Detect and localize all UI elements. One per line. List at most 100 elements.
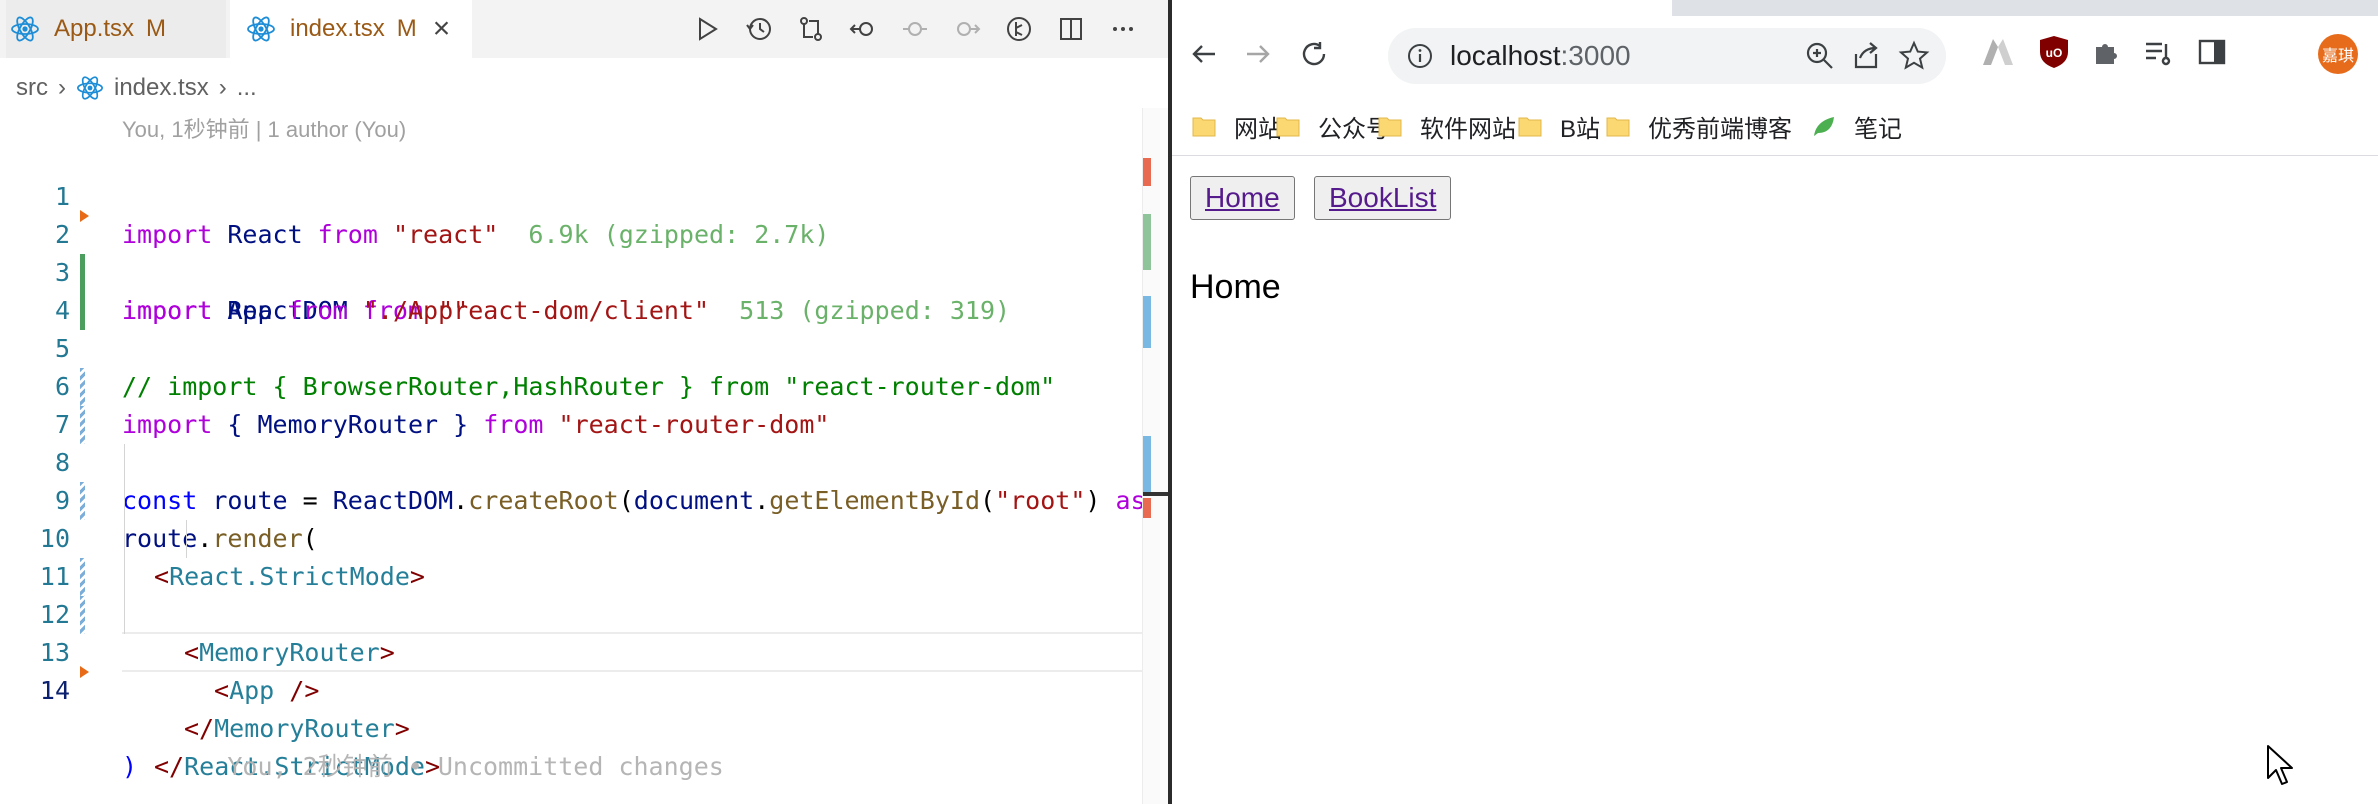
token: > bbox=[394, 714, 410, 743]
code-line[interactable]: 8 route.render( bbox=[0, 406, 1168, 553]
share-icon[interactable] bbox=[1850, 40, 1882, 72]
code-line[interactable]: 3 import App from "./App" bbox=[0, 216, 1168, 325]
ublock-origin-icon[interactable]: uO bbox=[2034, 32, 2074, 72]
line-content: </MemoryRouter> bbox=[184, 710, 410, 748]
back-icon[interactable] bbox=[1184, 34, 1224, 74]
svg-text:uO: uO bbox=[2046, 46, 2063, 60]
forward-icon[interactable] bbox=[1238, 34, 1278, 74]
profile-avatar[interactable]: 嘉琪 bbox=[2318, 34, 2358, 74]
code-line[interactable]: 9 <React.StrictMode> bbox=[0, 444, 1168, 591]
bookmark-label: 优秀前端博客 bbox=[1648, 115, 1792, 143]
booklist-link-button[interactable]: BookList bbox=[1314, 176, 1452, 220]
timeline-icon[interactable] bbox=[742, 12, 776, 46]
bookmark-folder[interactable]: 公众号 bbox=[1276, 96, 1390, 156]
more-icon[interactable] bbox=[1106, 12, 1140, 46]
split-editor-icon[interactable] bbox=[1054, 12, 1088, 46]
previous-change-icon[interactable] bbox=[898, 12, 932, 46]
go-back-change-icon[interactable] bbox=[846, 12, 880, 46]
address-bar[interactable]: localhost:3000 bbox=[1388, 28, 1946, 84]
indent-guide bbox=[124, 558, 125, 596]
indent-guide bbox=[186, 520, 187, 558]
overview-marker-modified bbox=[1143, 436, 1151, 492]
bookmark-folder[interactable]: 网站 bbox=[1192, 96, 1282, 156]
token: </ bbox=[184, 714, 215, 743]
git-graph-icon[interactable] bbox=[1002, 12, 1036, 46]
react-icon bbox=[247, 16, 275, 42]
folder-icon bbox=[1518, 117, 1542, 137]
editor-actions bbox=[690, 12, 1158, 46]
code-line[interactable]: 13 </React.StrictMode> bbox=[0, 596, 1168, 781]
browser-tab-strip bbox=[1172, 0, 2378, 16]
code-line[interactable]: 7 const route = ReactDOM.createRoot(docu… bbox=[0, 368, 1168, 515]
code-line[interactable]: 10 <MemoryRouter> bbox=[0, 482, 1168, 667]
code-line[interactable]: 12 </MemoryRouter> bbox=[0, 558, 1168, 743]
bookmark-label: B站 bbox=[1560, 115, 1601, 143]
modified-line-marker[interactable] bbox=[80, 368, 85, 406]
overview-marker-modified bbox=[1143, 296, 1151, 348]
overview-marker-deleted bbox=[1143, 498, 1151, 518]
next-change-icon[interactable] bbox=[950, 12, 984, 46]
code-editor: App.tsx M index.tsx M × src › index.tsx … bbox=[0, 0, 1168, 804]
breadcrumb-folder[interactable]: src bbox=[16, 74, 48, 102]
code-line[interactable]: 5 import { MemoryRouter } from "react-ro… bbox=[0, 292, 1168, 439]
tab-label: index.tsx bbox=[290, 15, 385, 42]
breadcrumb: src › index.tsx › ... bbox=[16, 70, 257, 106]
token: ) bbox=[122, 752, 138, 781]
side-panel-icon[interactable] bbox=[2192, 32, 2232, 72]
modified-line-marker[interactable] bbox=[80, 482, 85, 520]
chevron-right-icon: › bbox=[58, 74, 66, 101]
reload-icon[interactable] bbox=[1294, 34, 1334, 74]
added-line-marker[interactable] bbox=[80, 292, 85, 330]
reading-list-icon[interactable] bbox=[2138, 32, 2178, 72]
browser-window: localhost:3000 uO 嘉琪 网站 公众号 软件网站 B站 优秀前端… bbox=[1172, 0, 2378, 804]
tab-app-tsx[interactable]: App.tsx M bbox=[6, 0, 226, 58]
code-line[interactable]: 1 import React from "react" 6.9k (gzippe… bbox=[0, 140, 1168, 249]
bookmark-folder[interactable]: B站 bbox=[1518, 96, 1600, 156]
breadcrumb-symbols[interactable]: ... bbox=[237, 74, 257, 102]
extension-triangle-icon[interactable] bbox=[1978, 32, 2018, 72]
code-line[interactable]: 2 import ReactDOM from "react-dom/client… bbox=[0, 178, 1168, 325]
code-area[interactable]: 1 import React from "react" 6.9k (gzippe… bbox=[0, 140, 1168, 781]
overview-ruler[interactable] bbox=[1142, 108, 1168, 804]
overview-marker-added bbox=[1143, 214, 1151, 270]
code-line[interactable]: 11 <App /> bbox=[0, 520, 1168, 705]
bookmark-star-icon[interactable] bbox=[1898, 40, 1930, 72]
folder-icon bbox=[1606, 117, 1630, 137]
home-link-button[interactable]: Home bbox=[1190, 176, 1295, 220]
compare-icon[interactable] bbox=[794, 12, 828, 46]
close-icon[interactable]: × bbox=[433, 12, 451, 46]
code-line[interactable]: 14 ) You, 2秒钟前 • Uncommitted changes bbox=[0, 634, 1168, 781]
indent-guide bbox=[124, 520, 125, 558]
zoom-icon[interactable] bbox=[1804, 40, 1836, 72]
token: MemoryRouter bbox=[214, 714, 395, 743]
browser-tab[interactable] bbox=[1172, 0, 1672, 16]
modified-line-marker[interactable] bbox=[80, 558, 85, 596]
bookmark-folder[interactable]: 优秀前端博客 bbox=[1606, 96, 1792, 156]
line-number: 14 bbox=[39, 676, 70, 705]
leaf-icon bbox=[1814, 117, 1834, 136]
run-icon[interactable] bbox=[690, 12, 724, 46]
tab-label: App.tsx bbox=[54, 15, 135, 42]
bookmark-link[interactable]: 笔记 bbox=[1812, 96, 1902, 156]
breadcrumb-file[interactable]: index.tsx bbox=[114, 74, 209, 102]
tab-index-tsx[interactable]: index.tsx M × bbox=[230, 0, 472, 58]
modified-line-marker[interactable] bbox=[80, 406, 85, 444]
code-line[interactable]: 4 // import { BrowserRouter,HashRouter }… bbox=[0, 254, 1168, 401]
added-line-marker[interactable] bbox=[80, 254, 85, 292]
editor-tab-bar: App.tsx M index.tsx M × bbox=[0, 0, 1168, 58]
folder-icon bbox=[1192, 117, 1216, 137]
extensions-puzzle-icon[interactable] bbox=[2086, 32, 2126, 72]
overview-marker-deleted bbox=[1143, 158, 1151, 186]
indent-guide bbox=[124, 596, 125, 634]
line-content: <App /> bbox=[214, 672, 319, 710]
deleted-lines-marker bbox=[80, 666, 89, 678]
modified-line-marker[interactable] bbox=[80, 596, 85, 634]
folder-icon bbox=[1276, 117, 1300, 137]
overview-cursor bbox=[1143, 492, 1168, 496]
url-host: localhost bbox=[1450, 40, 1561, 71]
inline-blame: You, 2秒钟前 • Uncommitted changes bbox=[227, 752, 724, 781]
bookmark-folder[interactable]: 软件网站 bbox=[1378, 96, 1516, 156]
site-info-icon[interactable] bbox=[1406, 42, 1434, 70]
code-line[interactable]: 6 bbox=[0, 330, 1168, 401]
chevron-right-icon: › bbox=[218, 74, 227, 101]
